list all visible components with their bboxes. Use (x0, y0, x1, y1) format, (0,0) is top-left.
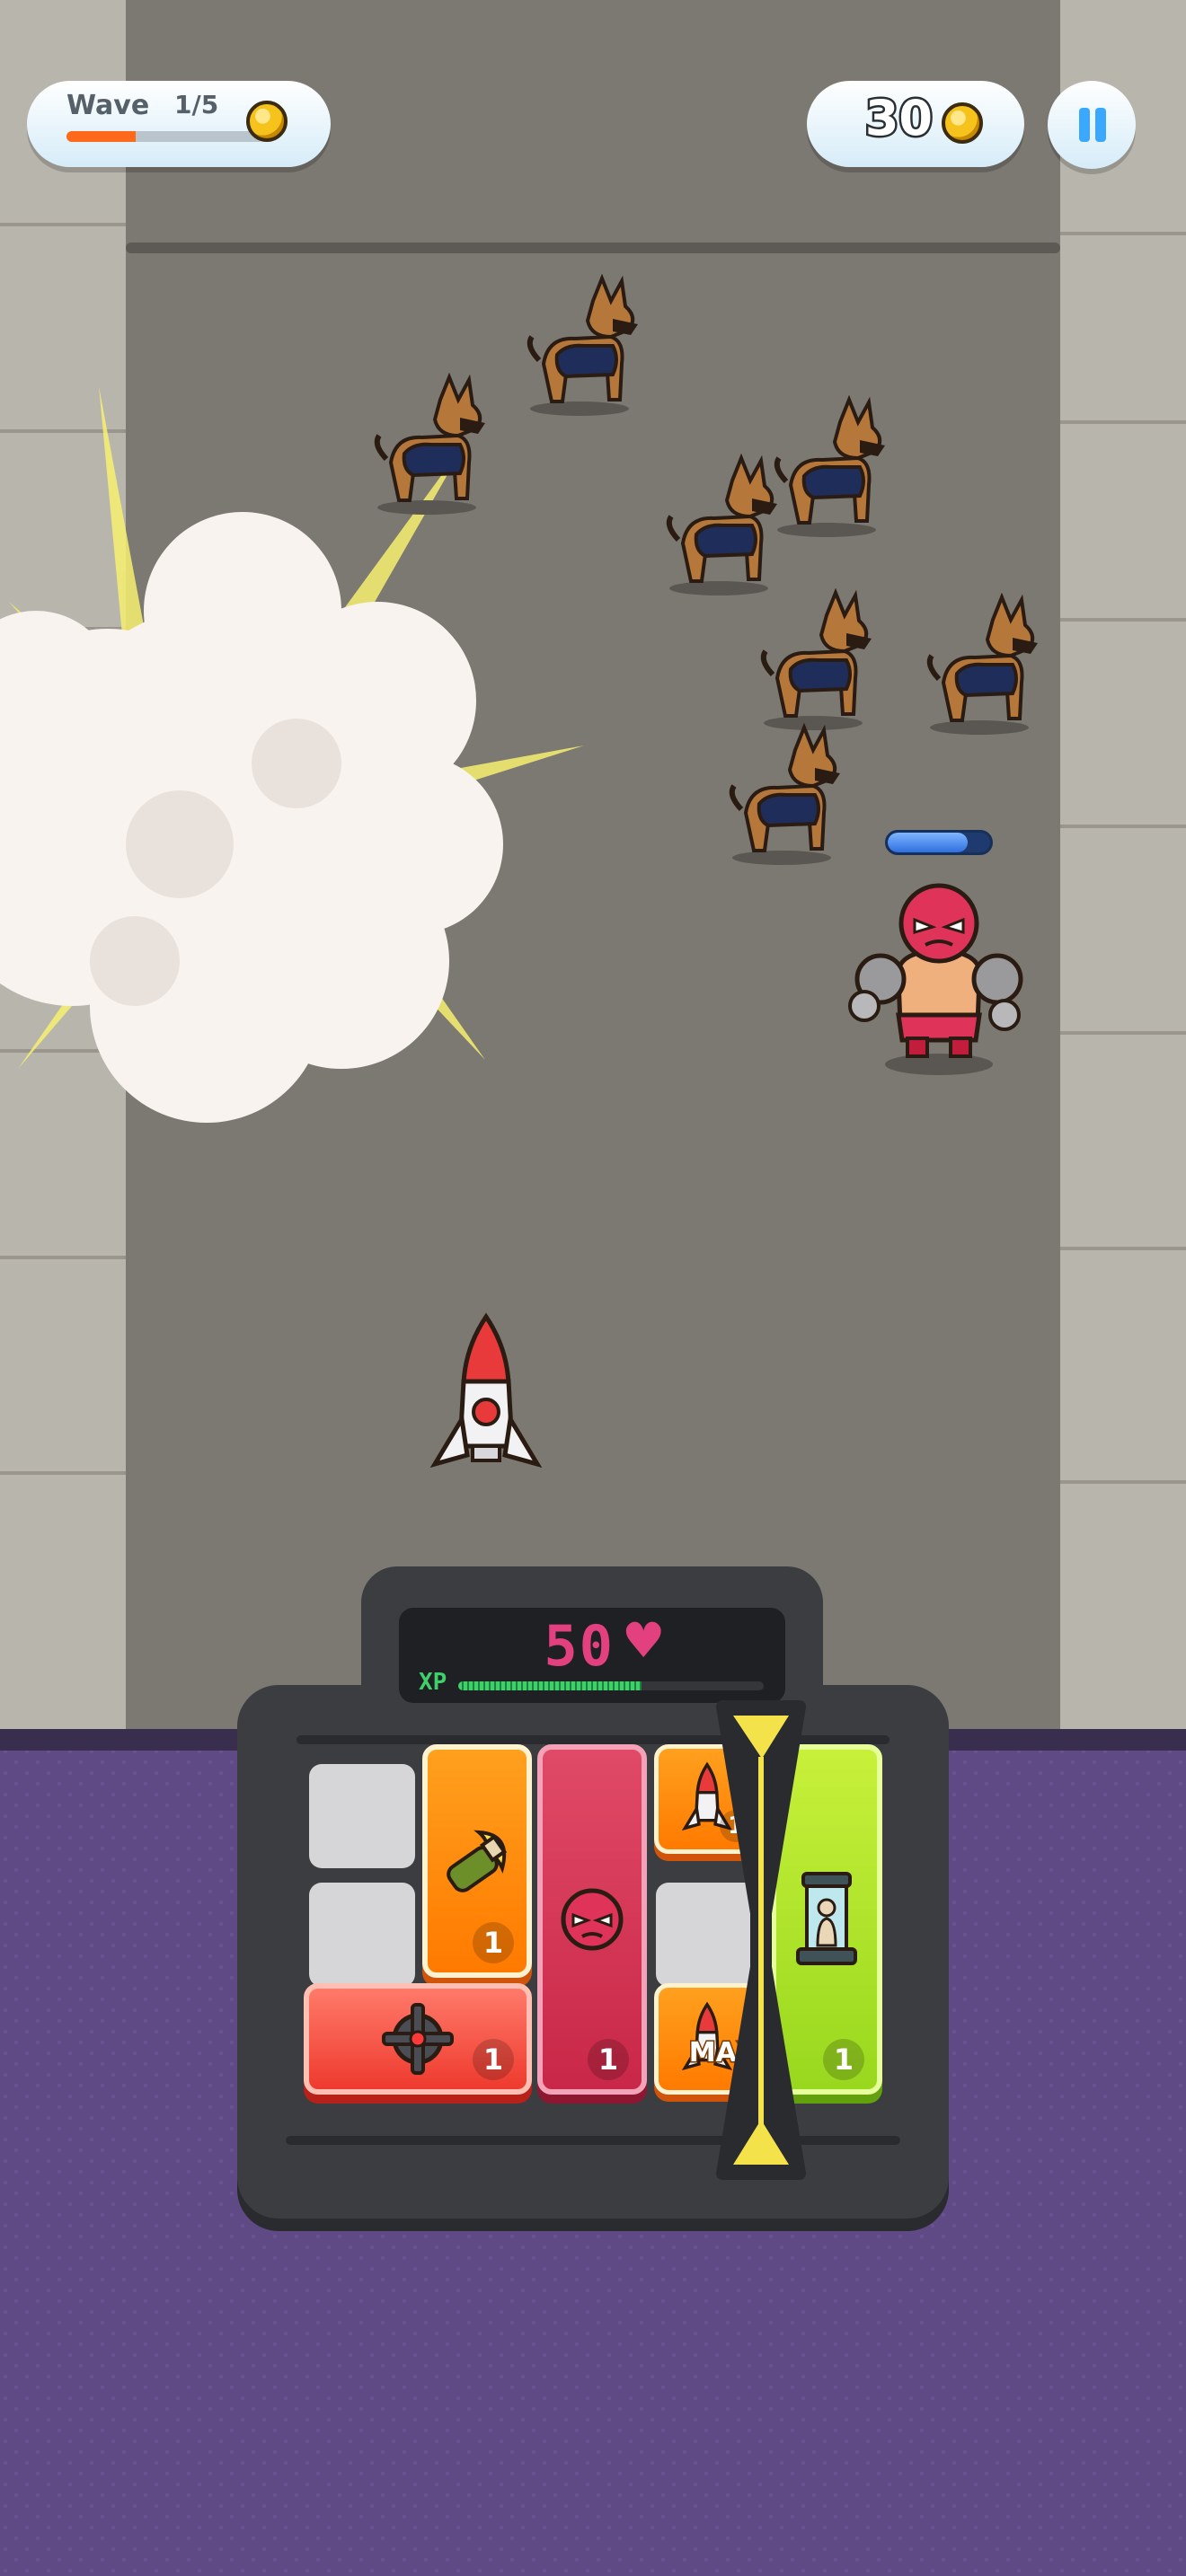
wave-panel: Wave 1/5 (27, 81, 331, 167)
explosion-smoke (0, 386, 584, 1123)
molotov-bottle-icon (447, 1830, 508, 1892)
k9-dog-enemy (359, 373, 494, 516)
luchador-mask-icon (561, 1888, 624, 1951)
card-luchador[interactable]: 1 (537, 1744, 647, 2095)
k9-dog-enemy (651, 454, 786, 597)
pause-button[interactable] (1048, 81, 1136, 169)
xp-label: XP (419, 1669, 447, 1696)
wave-progress-bar (66, 131, 264, 142)
wave-count: 1/5 (174, 90, 219, 119)
coin-count: 30 (863, 88, 934, 149)
xp-progress-bar (458, 1681, 764, 1690)
empty-slot[interactable] (309, 1883, 415, 1987)
hourglass-icon (716, 1700, 806, 2180)
crosshair-icon (382, 2003, 454, 2075)
card-molotov[interactable]: 1 (422, 1744, 532, 1978)
card-level: 1 (473, 2039, 514, 2080)
k9-dog-enemy (714, 723, 849, 867)
gold-coin-icon (246, 101, 288, 142)
rocket-unit (429, 1312, 543, 1469)
card-level: 1 (588, 2039, 629, 2080)
boss-health-bar (885, 830, 993, 855)
luchador-boss-enemy (848, 883, 1023, 1075)
coin-counter: 30 (807, 81, 1024, 167)
heart-icon: ♥ (622, 1612, 666, 1669)
game-screen: Wave 1/5 30 50 ♥ XP 1 1 MAX 1 1 (0, 0, 1186, 2576)
hp-value: 50 (544, 1613, 615, 1679)
card-level: 1 (473, 1922, 514, 1963)
wave-label: Wave (66, 90, 150, 121)
pause-icon (1079, 108, 1090, 142)
status-screen: 50 ♥ XP (399, 1608, 785, 1703)
k9-dog-enemy (512, 274, 647, 418)
card-crosshair[interactable]: 1 (304, 1983, 532, 2095)
card-level: 1 (823, 2039, 864, 2080)
k9-dog-enemy (746, 588, 881, 732)
k9-dog-enemy (912, 593, 1047, 737)
empty-slot[interactable] (309, 1764, 415, 1868)
gold-coin-icon (942, 102, 983, 144)
